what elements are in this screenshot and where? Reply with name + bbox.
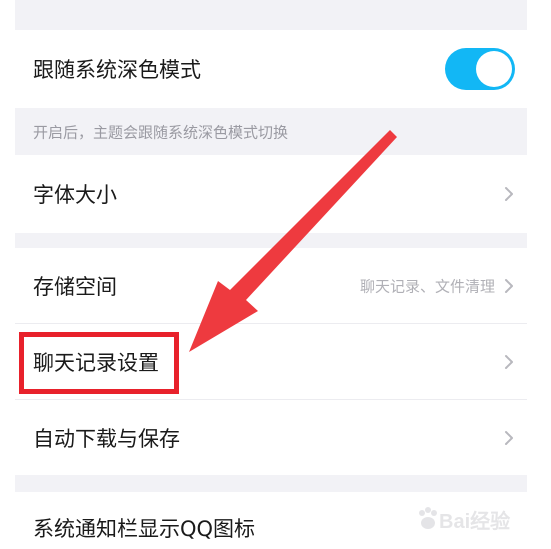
dark-mode-hint: 开启后，主题会跟随系统深色模式切换: [15, 108, 527, 155]
follow-dark-mode-row[interactable]: 跟随系统深色模式: [15, 30, 527, 108]
section-gap: [15, 475, 527, 492]
dark-mode-toggle[interactable]: [445, 48, 515, 90]
paw-icon: [419, 507, 437, 529]
font-size-row[interactable]: 字体大小: [15, 155, 527, 233]
section-gap: [15, 233, 527, 248]
font-size-label: 字体大小: [33, 183, 117, 207]
settings-page: 跟随系统深色模式 开启后，主题会跟随系统深色模式切换 字体大小 存储空间 聊天记…: [0, 0, 551, 549]
chevron-right-icon: [505, 430, 513, 445]
follow-dark-mode-label: 跟随系统深色模式: [33, 58, 201, 82]
chevron-right-icon: [505, 187, 513, 201]
chevron-right-icon: [505, 278, 513, 293]
section-gap: [15, 0, 527, 30]
storage-value: 聊天记录、文件清理: [359, 277, 495, 295]
watermark: Bai经验: [417, 499, 527, 545]
storage-row[interactable]: 存储空间 聊天记录、文件清理: [15, 248, 527, 323]
notification-icon-label: 系统通知栏显示QQ图标: [33, 517, 256, 541]
dark-mode-hint-text: 开启后，主题会跟随系统深色模式切换: [33, 123, 289, 141]
auto-download-label: 自动下载与保存: [33, 426, 180, 451]
storage-label: 存储空间: [33, 274, 117, 299]
watermark-text: Bai经验: [439, 511, 511, 533]
toggle-knob: [476, 51, 512, 87]
auto-download-row[interactable]: 自动下载与保存: [15, 400, 527, 475]
highlight-box: [19, 332, 179, 394]
chevron-right-icon: [505, 354, 513, 369]
